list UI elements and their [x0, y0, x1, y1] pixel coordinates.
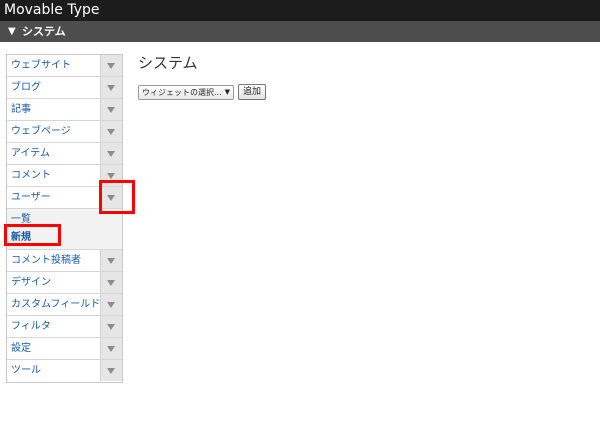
menu-toggle[interactable] [100, 360, 122, 381]
add-widget-button[interactable]: 追加 [238, 84, 266, 100]
menu-item-tools[interactable]: ツール [7, 360, 122, 382]
triangle-down-icon [107, 85, 115, 91]
users-menu-toggle[interactable] [100, 187, 122, 208]
menu-item-comment[interactable]: コメント [7, 165, 122, 187]
triangle-down-icon [107, 63, 115, 69]
menu-toggle[interactable] [100, 294, 122, 315]
menu-item-label[interactable]: デザイン [11, 272, 51, 294]
menu-toggle[interactable] [100, 250, 122, 271]
page-title: システム [138, 54, 198, 72]
triangle-down-icon [107, 368, 115, 374]
menu-item-label[interactable]: ブログ [11, 77, 41, 99]
menu-toggle[interactable] [100, 165, 122, 186]
widget-select[interactable]: ウィジェットの選択... ▼ [138, 85, 234, 100]
users-submenu-list[interactable]: 一覧 [7, 211, 122, 229]
menu-item-website[interactable]: ウェブサイト [7, 55, 122, 77]
menu-item-commenter[interactable]: コメント投稿者 [7, 250, 122, 272]
widget-select-value: ウィジェットの選択... [142, 88, 222, 97]
menu-item-label[interactable]: カスタムフィールド [11, 294, 100, 316]
menu-toggle[interactable] [100, 272, 122, 293]
menu-item-label[interactable]: ユーザー [11, 187, 51, 209]
menu-item-label[interactable]: コメント投稿者 [11, 250, 81, 272]
triangle-down-icon [107, 195, 115, 201]
triangle-down-icon [107, 302, 115, 308]
users-submenu: 一覧 新規 [7, 209, 122, 250]
menu-item-blog[interactable]: ブログ [7, 77, 122, 99]
triangle-down-icon [107, 107, 115, 113]
menu-toggle[interactable] [100, 143, 122, 164]
menu-item-label[interactable]: ツール [11, 360, 41, 382]
triangle-down-icon [107, 129, 115, 135]
triangle-down-icon [107, 280, 115, 286]
triangle-down-icon [107, 346, 115, 352]
triangle-down-icon [107, 324, 115, 330]
menu-item-custom-field[interactable]: カスタムフィールド [7, 294, 122, 316]
menu-item-label[interactable]: アイテム [11, 143, 50, 165]
scope-name[interactable]: システム [22, 21, 66, 42]
menu-item-label[interactable]: コメント [11, 165, 51, 187]
menu-item-settings[interactable]: 設定 [7, 338, 122, 360]
scope-bar[interactable]: ▼ システム [0, 21, 600, 42]
menu-toggle[interactable] [100, 99, 122, 120]
menu-item-filter[interactable]: フィルタ [7, 316, 122, 338]
menu-item-users[interactable]: ユーザー [7, 187, 122, 209]
triangle-down-icon [107, 151, 115, 157]
menu-item-entry[interactable]: 記事 [7, 99, 122, 121]
chevron-down-icon: ▼ [224, 88, 230, 96]
app-title[interactable]: Movable Type [4, 1, 100, 19]
menu-item-label[interactable]: ウェブページ [11, 121, 71, 143]
menu-item-label[interactable]: ウェブサイト [11, 55, 71, 77]
scope-toggle-icon[interactable]: ▼ [8, 21, 16, 42]
triangle-down-icon [107, 173, 115, 179]
app-header: Movable Type [0, 0, 600, 21]
system-menu: ウェブサイト ブログ 記事 ウェブページ アイテム コメント ユーザー 一覧 新… [6, 54, 123, 383]
menu-toggle[interactable] [100, 121, 122, 142]
menu-toggle[interactable] [100, 77, 122, 98]
triangle-down-icon [107, 258, 115, 264]
menu-item-label[interactable]: フィルタ [11, 316, 51, 338]
users-submenu-new[interactable]: 新規 [7, 229, 122, 247]
menu-toggle[interactable] [100, 316, 122, 337]
menu-item-label[interactable]: 設定 [11, 338, 31, 360]
menu-item-label[interactable]: 記事 [11, 99, 31, 121]
menu-item-webpage[interactable]: ウェブページ [7, 121, 122, 143]
menu-toggle[interactable] [100, 55, 122, 76]
menu-item-design[interactable]: デザイン [7, 272, 122, 294]
menu-item-asset[interactable]: アイテム [7, 143, 122, 165]
menu-toggle[interactable] [100, 338, 122, 359]
